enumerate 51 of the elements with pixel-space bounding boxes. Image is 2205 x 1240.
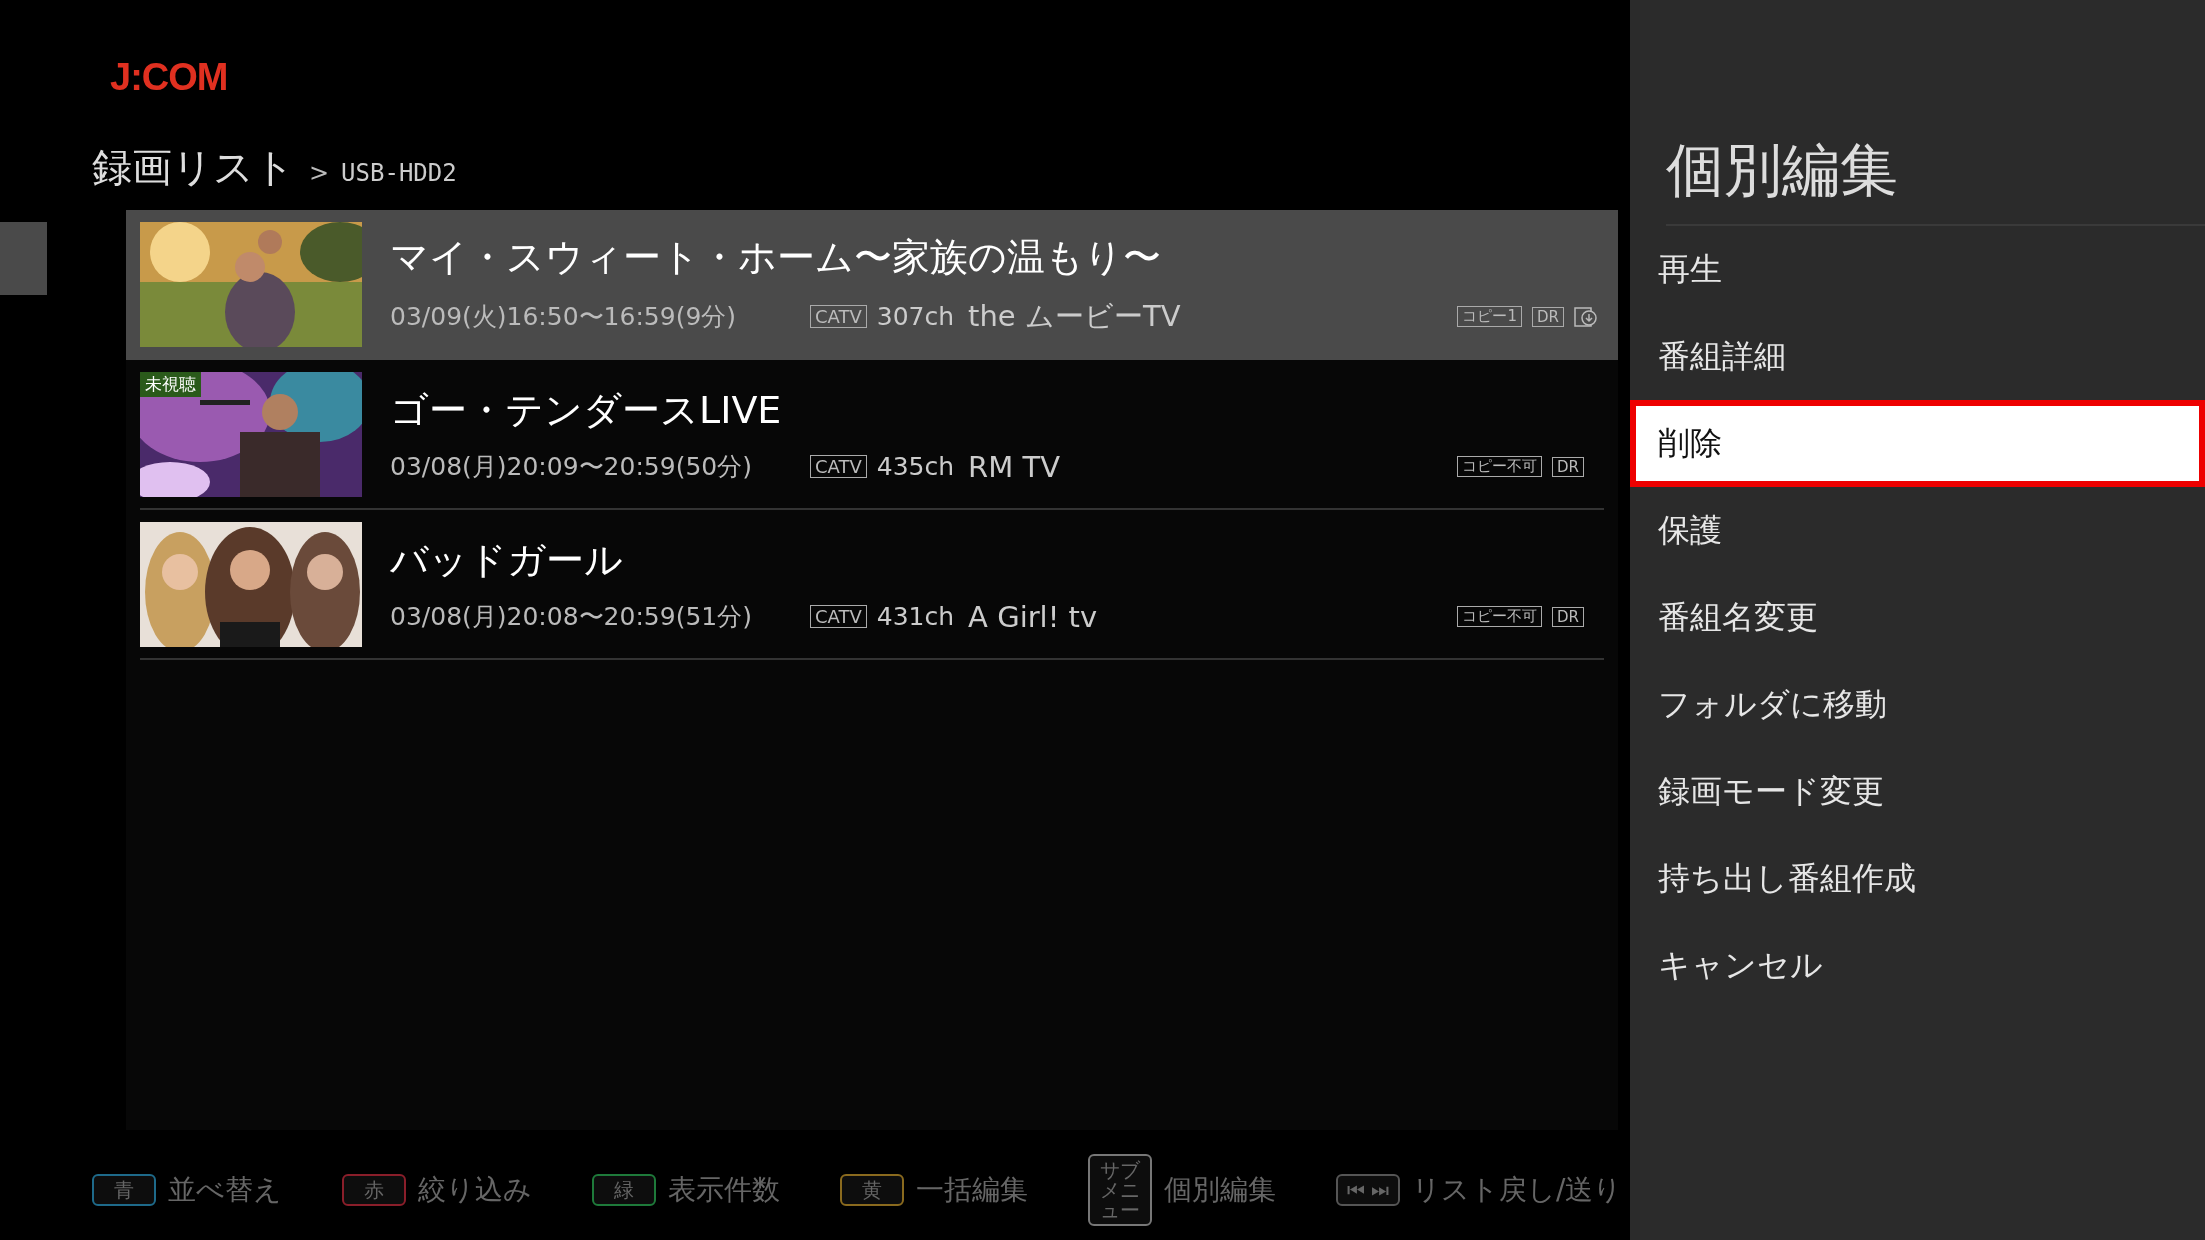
unwatched-badge: 未視聴 xyxy=(140,371,201,397)
network-tag: CATV xyxy=(810,605,867,628)
key-label: 絞り込み xyxy=(418,1172,532,1208)
menu-item[interactable]: 持ち出し番組作成 xyxy=(1630,835,2205,922)
air-time: 03/09(火)16:50〜16:59(9分) xyxy=(390,301,738,333)
copy-badge: DR xyxy=(1532,306,1564,327)
channel-number: 431ch xyxy=(876,602,955,631)
copy-badge: コピー1 xyxy=(1457,306,1522,327)
menu-item[interactable]: 番組詳細 xyxy=(1630,313,2205,400)
program-title: ゴー・テンダースLIVE xyxy=(390,386,783,434)
program-title: バッドガール xyxy=(390,536,624,584)
station-name: A Girl! tv xyxy=(968,599,1098,634)
menu-item[interactable]: キャンセル xyxy=(1630,922,2205,1009)
remote-key: 黄 xyxy=(840,1174,904,1206)
remote-key: サブメニュー xyxy=(1088,1154,1152,1226)
menu-item[interactable]: 再生 xyxy=(1630,226,2205,313)
copy-badge: DR xyxy=(1552,456,1584,477)
air-time: 03/08(月)20:09〜20:59(50分) xyxy=(390,451,753,483)
remote-key: 青 xyxy=(92,1174,156,1206)
copy-badge: コピー不可 xyxy=(1457,606,1542,627)
key-label: 個別編集 xyxy=(1164,1172,1276,1208)
station-name: RM TV xyxy=(968,449,1061,484)
key-label: 並べ替え xyxy=(168,1172,282,1208)
remote-key: 赤 xyxy=(342,1174,406,1206)
menu-item[interactable]: 録画モード変更 xyxy=(1630,748,2205,835)
recording-row[interactable]: バッドガール 03/08(月)20:08〜20:59(51分) CATV 431ch A Girl! tv コピー不可 DR xyxy=(140,510,1604,660)
program-title: マイ・スウィート・ホーム〜家族の温もり〜 xyxy=(390,233,1162,281)
menu-item[interactable]: フォルダに移動 xyxy=(1630,661,2205,748)
air-time: 03/08(月)20:08〜20:59(51分) xyxy=(390,601,753,633)
network-tag: CATV xyxy=(810,305,867,328)
key-label: リスト戻し/送り xyxy=(1412,1172,1623,1208)
menu-item[interactable]: 保護 xyxy=(1630,487,2205,574)
remote-key: 緑 xyxy=(592,1174,656,1206)
menu-title: 個別編集 xyxy=(1666,132,2205,226)
recording-row[interactable]: マイ・スウィート・ホーム〜家族の温もり〜 03/09(火)16:50〜16:59(9分) CATV 307ch the ムービーTV コピー1 DR xyxy=(126,210,1618,360)
network-tag: CATV xyxy=(810,455,867,478)
station-name: the ムービーTV xyxy=(968,297,1181,335)
menu-item[interactable]: 削除 xyxy=(1630,400,2205,487)
channel-number: 307ch xyxy=(876,302,955,331)
copy-badge: コピー不可 xyxy=(1457,456,1542,477)
key-label: 表示件数 xyxy=(668,1172,780,1208)
menu-item[interactable]: 番組名変更 xyxy=(1630,574,2205,661)
copy-badge: DR xyxy=(1552,606,1584,627)
breadcrumb-separator: > xyxy=(309,159,330,187)
logo: J:COM xyxy=(110,56,229,100)
page-title: 録画リスト xyxy=(92,143,295,192)
breadcrumb-location: USB-HDD2 xyxy=(341,159,457,187)
channel-number: 435ch xyxy=(876,452,955,481)
key-label: 一括編集 xyxy=(916,1172,1028,1208)
remote-key: ⏮ ⏭ xyxy=(1336,1174,1400,1206)
recording-row[interactable]: 未視聴 ゴー・テンダースLIVE 03/08(月)20:09〜20:59(50分) CATV 435ch RM TV コピー不可 DR xyxy=(140,360,1604,510)
